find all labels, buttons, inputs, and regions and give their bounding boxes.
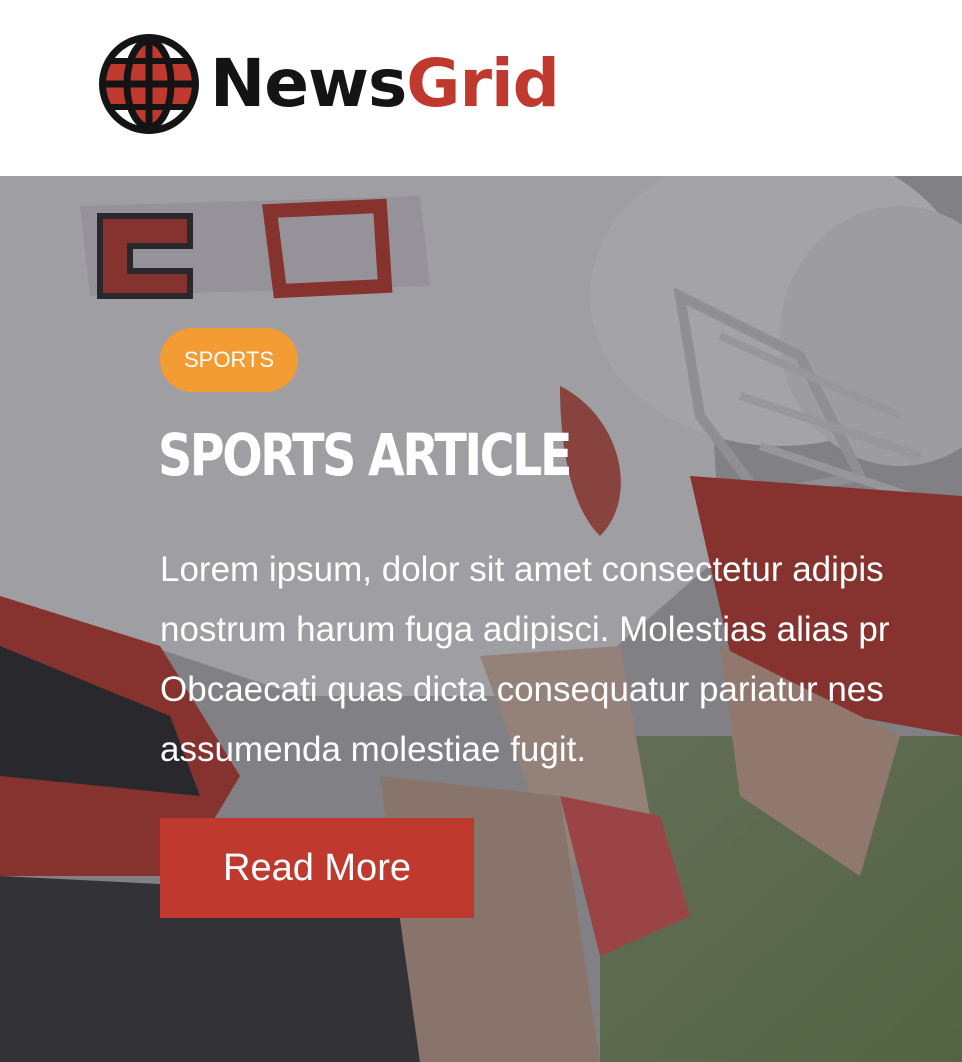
site-logo[interactable]: NewsGrid <box>96 31 560 137</box>
article-title: Sports Article <box>158 421 572 489</box>
logo-text-grid: Grid <box>406 45 560 122</box>
logo-text-news: News <box>210 45 407 122</box>
article-excerpt: Lorem ipsum, dolor sit amet consectetur … <box>160 540 962 780</box>
excerpt-line: Obcaecati quas dicta consequatur pariatu… <box>160 670 884 709</box>
category-badge[interactable]: SPORTS <box>160 328 299 392</box>
site-header: NewsGrid <box>0 0 962 176</box>
read-more-button[interactable]: Read More <box>160 818 474 918</box>
hero-banner: SPORTS Sports Article Lorem ipsum, dolor… <box>0 176 962 1062</box>
globe-icon <box>99 34 199 134</box>
logo-wordmark: NewsGrid <box>210 51 560 117</box>
excerpt-line: Lorem ipsum, dolor sit amet consectetur … <box>160 550 884 589</box>
excerpt-line: nostrum harum fuga adipisci. Molestias a… <box>160 610 890 649</box>
excerpt-line: assumenda molestiae fugit. <box>160 730 587 769</box>
